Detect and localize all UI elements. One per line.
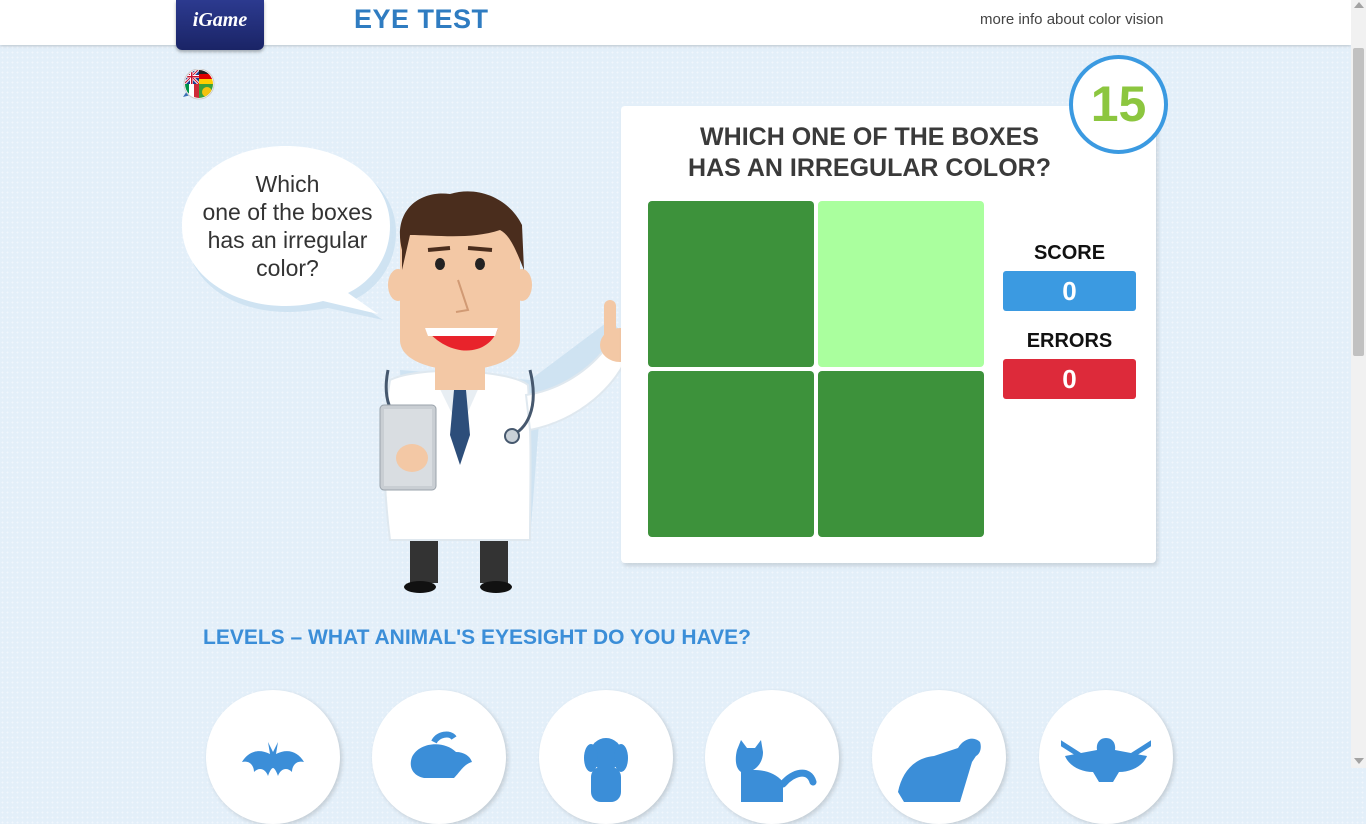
language-flags-icon[interactable] <box>181 68 217 101</box>
scrollbar-thumb[interactable] <box>1353 48 1364 356</box>
errors-value: 0 <box>1003 359 1136 399</box>
level-cat[interactable] <box>705 690 839 824</box>
question-line-1: WHICH ONE OF THE BOXES <box>700 123 1039 151</box>
question-line-2: HAS AN IRREGULAR COLOR? <box>688 154 1051 182</box>
countdown-timer: 15 <box>1069 55 1168 154</box>
level-dog[interactable] <box>539 690 673 824</box>
level-mole[interactable] <box>372 690 506 824</box>
eagle-icon <box>1061 738 1151 782</box>
tiger-icon <box>898 738 981 802</box>
levels-title: LEVELS – WHAT ANIMAL'S EYESIGHT DO YOU H… <box>203 626 751 649</box>
level-bat[interactable] <box>206 690 340 824</box>
level-tiger[interactable] <box>872 690 1006 824</box>
color-box-4[interactable] <box>818 371 984 537</box>
color-box-grid <box>648 201 984 537</box>
score-label: SCORE <box>1033 242 1106 264</box>
scroll-up-arrow-icon[interactable] <box>1354 2 1364 8</box>
cat-icon <box>735 740 817 802</box>
color-box-1[interactable] <box>648 201 814 367</box>
level-eagle[interactable] <box>1039 690 1173 824</box>
color-box-2[interactable] <box>818 201 984 367</box>
score-value: 0 <box>1003 271 1136 311</box>
question-text: WHICH ONE OF THE BOXES HAS AN IRREGULAR … <box>621 122 1118 184</box>
scroll-down-arrow-icon[interactable] <box>1354 758 1364 764</box>
igame-logo[interactable]: iGame <box>176 0 264 50</box>
page-title: EYE TEST <box>354 4 489 34</box>
errors-label: ERRORS <box>1026 330 1113 352</box>
mole-icon <box>410 731 472 778</box>
color-box-3[interactable] <box>648 371 814 537</box>
more-info-link[interactable]: more info about color vision <box>980 11 1163 28</box>
dog-icon <box>584 738 628 802</box>
bat-icon <box>242 742 304 776</box>
doctor-illustration <box>340 180 650 600</box>
